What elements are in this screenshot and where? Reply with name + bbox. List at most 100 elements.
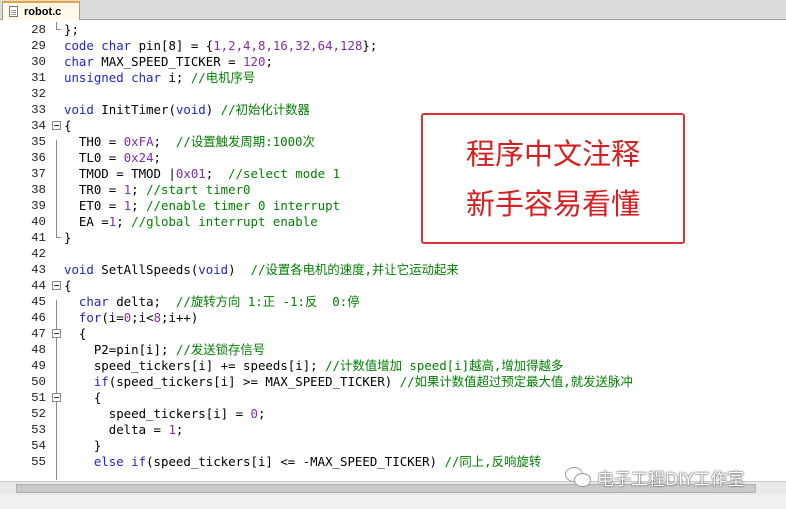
code-text: for(i=0;i<8;i++) xyxy=(64,310,198,326)
code-token: speed_tickers[i] = xyxy=(64,406,251,421)
code-text: EA =1; //global interrupt enable xyxy=(64,214,318,230)
fold-gutter xyxy=(50,198,64,214)
fold-toggle-icon[interactable] xyxy=(52,121,61,130)
code-line[interactable]: 48 P2=pin[i]; //发送锁存信号 xyxy=(0,342,786,358)
fold-gutter xyxy=(50,134,64,150)
code-line[interactable]: 53 delta = 1; xyxy=(0,422,786,438)
line-number: 53 xyxy=(31,423,46,437)
code-token: char xyxy=(64,54,94,69)
code-token: 1,2,4,8,16,32,64,128 xyxy=(213,38,363,53)
code-token: 1 xyxy=(168,422,176,437)
code-token: ; xyxy=(131,182,147,197)
line-number: 37 xyxy=(31,167,46,181)
fold-gutter xyxy=(50,86,64,102)
code-text: { xyxy=(64,278,71,294)
fold-gutter xyxy=(50,358,64,374)
code-token: { xyxy=(64,278,72,293)
code-token: ;i++) xyxy=(161,310,199,325)
code-token: MAX_SPEED_TICKER = xyxy=(93,54,244,69)
code-line[interactable]: 42 xyxy=(0,246,786,262)
fold-gutter xyxy=(50,438,64,454)
line-number: 38 xyxy=(31,183,46,197)
code-token: //计数值增加 speed[i]越高,增加得越多 xyxy=(325,358,564,373)
code-token: 0x01 xyxy=(175,166,206,181)
fold-toggle-icon[interactable] xyxy=(52,329,61,338)
line-number: 30 xyxy=(31,55,46,69)
line-number: 44 xyxy=(31,279,46,293)
code-editor[interactable]: 28}; 29 code char pin[8] = {1,2,4,8,16,32,… xyxy=(0,20,786,481)
fold-gutter xyxy=(50,246,64,262)
fold-gutter xyxy=(50,102,64,118)
watermark-text: 电子工程DIY工作室 xyxy=(597,469,745,490)
code-text: TH0 = 0xFA; //设置触发周期:1000次 xyxy=(64,134,315,150)
code-token: //start timer0 xyxy=(146,182,251,197)
line-number: 55 xyxy=(31,455,46,469)
code-token: }; xyxy=(362,38,378,53)
code-text: ET0 = 1; //enable timer 0 interrupt xyxy=(64,198,340,214)
code-line[interactable]: 44 { xyxy=(0,278,786,294)
code-token: P2=pin[i]; xyxy=(64,342,176,357)
code-token: //初始化计数器 xyxy=(220,102,310,117)
code-line[interactable]: 32 xyxy=(0,86,786,102)
code-token: ; xyxy=(205,166,229,181)
code-line[interactable]: 46 for(i=0;i<8;i++) xyxy=(0,310,786,326)
code-token: { xyxy=(64,390,102,405)
code-text: char delta; //旋转方向 1:正 -1:反 0:停 xyxy=(64,294,360,310)
line-number: 29 xyxy=(31,39,46,53)
code-token: TMOD = TMOD | xyxy=(64,166,176,181)
line-number: 28 xyxy=(31,23,46,37)
code-token: //如果计数值超过预定最大值,就发送脉冲 xyxy=(399,374,633,389)
code-line[interactable]: 29 code char pin[8] = {1,2,4,8,16,32,64,1… xyxy=(0,38,786,54)
code-token: if xyxy=(93,374,109,389)
tab-robot-c[interactable]: robot.c xyxy=(2,1,80,20)
code-token: }; xyxy=(64,22,79,37)
code-token: //电机序号 xyxy=(190,70,256,85)
code-text: char MAX_SPEED_TICKER = 120; xyxy=(64,54,273,70)
line-number: 39 xyxy=(31,199,46,213)
code-line[interactable]: 52 speed_tickers[i] = 0; xyxy=(0,406,786,422)
code-line[interactable]: 47 { xyxy=(0,326,786,342)
code-line[interactable]: 43 void SetAllSpeeds(void) //设置各电机的速度,并让它… xyxy=(0,262,786,278)
code-token: //发送锁存信号 xyxy=(175,342,266,357)
code-text: } xyxy=(64,230,71,246)
annotation-line-2: 新手容易看懂 xyxy=(465,186,640,221)
code-token: EA = xyxy=(64,214,109,229)
code-token: //设置各电机的速度,并让它运动起来 xyxy=(250,262,459,277)
code-line[interactable]: 31 unsigned char i; //电机序号 xyxy=(0,70,786,86)
fold-gutter xyxy=(50,54,64,70)
fold-gutter xyxy=(50,262,64,278)
line-number: 54 xyxy=(31,439,46,453)
code-token: ET0 = xyxy=(64,198,124,213)
code-token: TL0 = xyxy=(64,150,124,165)
code-token: ;i< xyxy=(131,310,154,325)
watermark: 电子工程DIY工作室 xyxy=(565,461,745,493)
fold-gutter xyxy=(50,70,64,86)
code-text: unsigned char i; //电机序号 xyxy=(64,70,255,86)
line-number: 42 xyxy=(31,247,46,261)
code-line[interactable]: 45 char delta; //旋转方向 1:正 -1:反 0:停 xyxy=(0,294,786,310)
code-line[interactable]: 49 speed_tickers[i] += speeds[i]; //计数值增… xyxy=(0,358,786,374)
code-line[interactable]: 50 if(speed_tickers[i] >= MAX_SPEED_TICK… xyxy=(0,374,786,390)
fold-gutter xyxy=(50,182,64,198)
code-token: else if xyxy=(93,454,147,469)
code-text: void InitTimer(void) //初始化计数器 xyxy=(64,102,310,118)
code-token: } xyxy=(64,438,102,453)
code-token: //select mode 1 xyxy=(228,166,341,181)
code-text: TMOD = TMOD |0x01; //select mode 1 xyxy=(64,166,340,182)
code-token: //enable timer 0 interrupt xyxy=(146,198,341,213)
code-line[interactable]: 28}; xyxy=(0,22,786,38)
code-token: { xyxy=(64,326,87,341)
code-line[interactable]: 30 char MAX_SPEED_TICKER = 120; xyxy=(0,54,786,70)
code-token: 8 xyxy=(153,310,162,325)
fold-toggle-icon[interactable] xyxy=(52,393,61,402)
code-line[interactable]: 51 { xyxy=(0,390,786,406)
fold-toggle-icon[interactable] xyxy=(52,281,61,290)
line-number: 50 xyxy=(31,375,46,389)
fold-gutter xyxy=(50,214,64,230)
code-line[interactable]: 54 } xyxy=(0,438,786,454)
fold-end-icon xyxy=(56,230,61,238)
